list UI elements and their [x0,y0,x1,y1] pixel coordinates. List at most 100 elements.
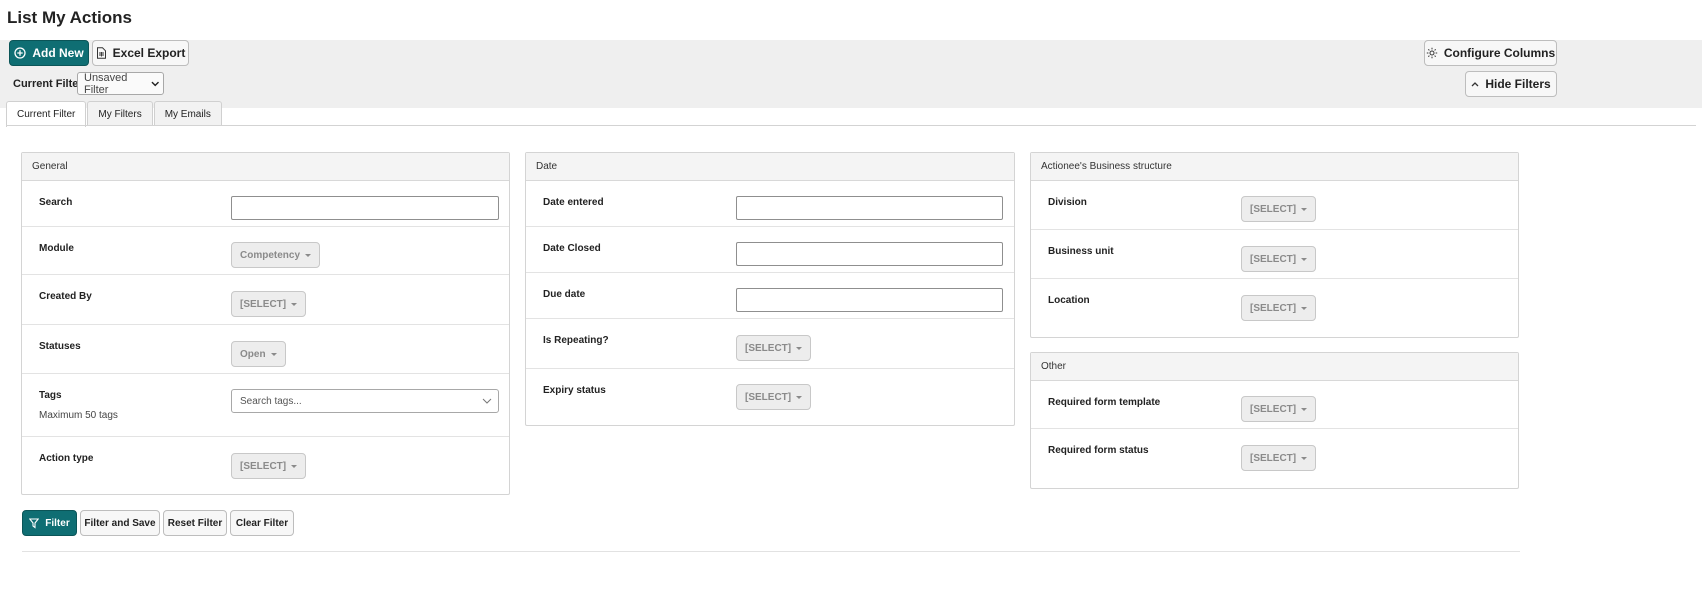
form-status-row: Required form status [SELECT] [1031,429,1518,487]
reset-filter-button[interactable]: Reset Filter [163,510,227,536]
caret-down-icon [1301,407,1308,411]
caret-down-icon [1301,257,1308,261]
general-panel-title: General [22,153,509,181]
created-by-label: Created By [39,291,92,302]
search-input[interactable] [231,196,499,220]
caret-down-icon [305,253,312,257]
other-panel: Other Required form template [SELECT] Re… [1030,352,1519,489]
spreadsheet-file-icon [96,47,106,59]
search-label: Search [39,197,73,208]
date-closed-row: Date Closed [526,227,1014,273]
page-title: List My Actions [7,8,132,27]
caret-down-icon [291,464,298,468]
configure-columns-button[interactable]: Configure Columns [1424,40,1557,66]
general-panel: General Search Module Competency Created… [21,152,510,495]
caret-down-icon [796,346,803,350]
expiry-status-value: [SELECT] [745,391,792,403]
division-label: Division [1048,197,1087,208]
hide-filters-button[interactable]: Hide Filters [1465,71,1557,97]
chevron-down-icon [150,81,159,86]
date-panel: Date Date entered Date Closed Due date I… [525,152,1015,426]
form-status-dropdown[interactable]: [SELECT] [1241,445,1317,471]
date-entered-label: Date entered [543,197,604,208]
date-closed-input[interactable] [736,242,1003,266]
created-by-value: [SELECT] [240,298,287,310]
current-filter-value: Unsaved Filter [84,71,128,96]
form-template-label: Required form template [1048,397,1161,408]
statuses-value: Open [240,348,266,360]
caret-down-icon [1301,306,1308,310]
form-status-value: [SELECT] [1250,452,1297,464]
tags-label: Tags [39,390,62,401]
clear-filter-button[interactable]: Clear Filter [230,510,294,536]
date-entered-input[interactable] [736,196,1003,220]
module-value: Competency [240,249,301,261]
location-value: [SELECT] [1250,302,1297,314]
due-date-row: Due date [526,273,1014,319]
is-repeating-value: [SELECT] [745,342,792,354]
filter-and-save-button[interactable]: Filter and Save [80,510,160,536]
search-row: Search [22,181,509,227]
caret-down-icon [291,302,298,306]
current-filter-select[interactable]: Unsaved Filter [77,71,164,96]
action-type-row: Action type [SELECT] [22,437,509,493]
location-dropdown[interactable]: [SELECT] [1241,295,1317,321]
location-row: Location [SELECT] [1031,279,1518,337]
tags-search-input[interactable]: Search tags... [231,389,499,413]
plus-circle-icon [14,47,26,59]
funnel-icon [29,517,40,529]
business-unit-value: [SELECT] [1250,253,1297,265]
division-dropdown[interactable]: [SELECT] [1241,196,1317,222]
form-template-value: [SELECT] [1250,403,1297,415]
statuses-row: Statuses Open [22,325,509,374]
action-type-dropdown[interactable]: [SELECT] [231,453,307,479]
caret-down-icon [270,352,277,356]
is-repeating-dropdown[interactable]: [SELECT] [736,335,812,361]
form-template-row: Required form template [SELECT] [1031,381,1518,429]
created-by-row: Created By [SELECT] [22,275,509,325]
module-label: Module [39,243,74,254]
module-dropdown[interactable]: Competency [231,242,321,268]
business-structure-title: Actionee's Business structure [1031,153,1518,181]
expiry-status-dropdown[interactable]: [SELECT] [736,384,812,410]
tags-hint: Maximum 50 tags [39,410,118,421]
statuses-dropdown[interactable]: Open [231,341,286,367]
add-new-button[interactable]: Add New [9,40,89,66]
filter-tabs: Current Filter My Filters My Emails [6,101,223,127]
expiry-status-row: Expiry status [SELECT] [526,369,1014,425]
tab-current-filter[interactable]: Current Filter [6,101,87,127]
due-date-label: Due date [543,289,586,300]
tab-my-emails[interactable]: My Emails [153,101,222,126]
division-value: [SELECT] [1250,203,1297,215]
caret-down-icon [1301,207,1308,211]
form-status-label: Required form status [1048,445,1149,456]
chevron-down-icon [482,398,492,404]
current-filter-label: Current Filter: [13,78,87,90]
is-repeating-row: Is Repeating? [SELECT] [526,319,1014,369]
division-row: Division [SELECT] [1031,181,1518,230]
add-new-label: Add New [32,46,84,60]
filter-button[interactable]: Filter [22,510,77,536]
chevron-up-icon [1471,82,1479,87]
form-template-dropdown[interactable]: [SELECT] [1241,396,1317,422]
statuses-label: Statuses [39,341,81,352]
created-by-dropdown[interactable]: [SELECT] [231,291,307,317]
action-type-label: Action type [39,453,94,464]
due-date-input[interactable] [736,288,1003,312]
tabs-divider [6,125,1696,126]
excel-export-button[interactable]: Excel Export [92,40,189,66]
gear-icon [1426,47,1438,59]
is-repeating-label: Is Repeating? [543,335,609,346]
date-closed-label: Date Closed [543,243,601,254]
caret-down-icon [1301,456,1308,460]
expiry-status-label: Expiry status [543,385,606,396]
business-unit-dropdown[interactable]: [SELECT] [1241,246,1317,272]
hide-filters-label: Hide Filters [1485,77,1551,91]
tags-placeholder: Search tags... [240,395,302,407]
module-row: Module Competency [22,227,509,275]
excel-export-label: Excel Export [112,46,186,60]
date-panel-title: Date [526,153,1014,181]
configure-columns-label: Configure Columns [1443,46,1556,60]
tab-my-filters[interactable]: My Filters [87,101,153,126]
filter-label: Filter [45,517,70,529]
